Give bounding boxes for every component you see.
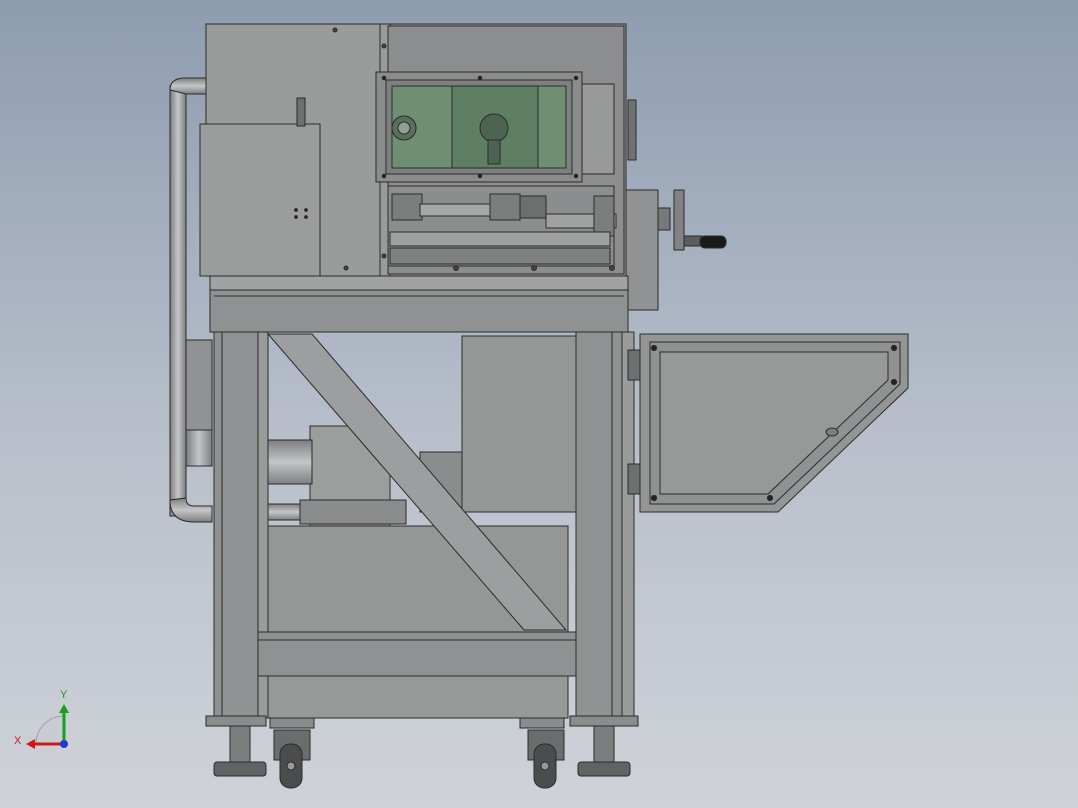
handwheel-grip: [699, 235, 727, 249]
cad-viewport[interactable]: Y X: [0, 0, 1078, 808]
frame-lower-rail: [257, 631, 577, 719]
frame-top: [209, 275, 629, 333]
coordinate-triad[interactable]: Y X: [14, 689, 69, 749]
side-access-door: [627, 333, 909, 513]
side-electrical-box: [199, 123, 321, 277]
feet-and-casters: [205, 715, 639, 789]
x-axis-label: X: [14, 735, 22, 747]
machine-model: [169, 23, 909, 789]
triad-quadrant-icon: [35, 715, 65, 745]
z-axis-dot-icon: [60, 740, 68, 748]
inspection-window: [375, 71, 615, 183]
y-axis-label: Y: [60, 689, 68, 701]
